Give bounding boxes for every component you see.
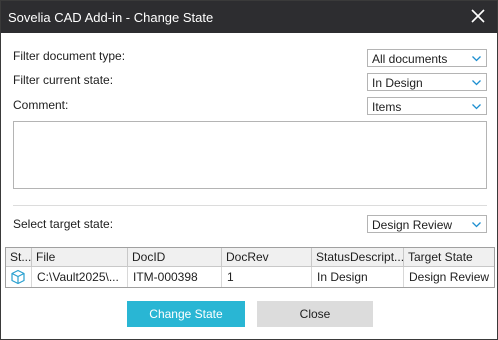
table-row-target-state-cell[interactable]: Design Review [404,267,494,287]
comment-type-select[interactable]: Items [367,97,487,115]
filter-document-type-select[interactable]: All documents [367,49,487,67]
table-row-docrev-cell[interactable]: 1 [222,267,312,287]
table-row-status-cell[interactable] [6,267,32,287]
comment-textarea[interactable] [13,121,487,189]
column-header-docid[interactable]: DocID [128,248,222,267]
target-state-value: Design Review [372,218,453,232]
cube-icon [10,269,26,285]
change-state-button[interactable]: Change State [127,301,245,327]
table-row-status-description-cell[interactable]: In Design [312,267,404,287]
column-header-docrev[interactable]: DocRev [222,248,312,267]
change-state-dialog: Sovelia CAD Add-in - Change State Filter… [0,0,498,340]
column-header-file[interactable]: File [32,248,128,267]
filter-document-type-label: Filter document type: [13,49,126,63]
filter-current-state-select[interactable]: In Design [367,73,487,91]
title-bar[interactable]: Sovelia CAD Add-in - Change State [1,1,497,33]
close-icon[interactable] [469,7,487,25]
chevron-down-icon [471,219,482,230]
table-row-file-cell[interactable]: C:\Vault2025\... [32,267,128,287]
filter-current-state-value: In Design [372,76,423,90]
comment-type-value: Items [372,100,402,114]
chevron-down-icon [471,77,482,88]
comment-label: Comment: [13,98,69,112]
window-title: Sovelia CAD Add-in - Change State [8,10,214,25]
table-row-docid-cell[interactable]: ITM-000398 [128,267,222,287]
column-header-target-state[interactable]: Target State [404,248,494,267]
filter-document-type-value: All documents [372,52,448,66]
target-state-label: Select target state: [13,217,114,231]
chevron-down-icon [471,101,482,112]
chevron-down-icon [471,53,482,64]
column-header-status-description[interactable]: StatusDescript... [312,248,404,267]
filter-current-state-label: Filter current state: [13,73,114,87]
close-button[interactable]: Close [257,301,373,327]
column-header-status[interactable]: St... [6,248,32,267]
divider [13,205,487,206]
documents-grid: St... File DocID DocRev StatusDescript..… [5,247,495,288]
target-state-select[interactable]: Design Review [367,215,487,233]
